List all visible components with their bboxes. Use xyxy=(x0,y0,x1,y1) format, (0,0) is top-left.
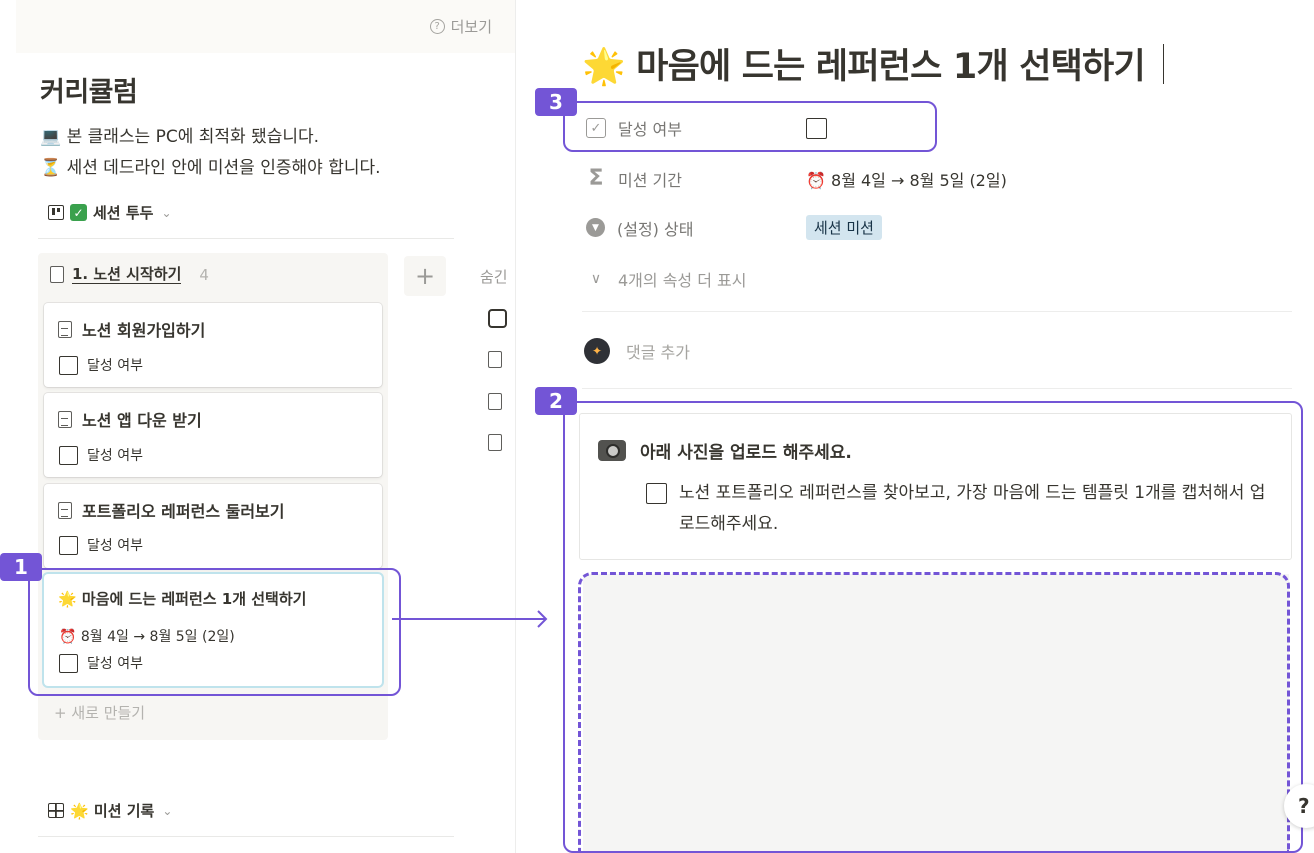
inbox-icon[interactable] xyxy=(488,309,507,328)
page-icon[interactable] xyxy=(488,393,502,410)
card-prop-label: 달성 여부 xyxy=(87,538,143,554)
achieved-checkbox[interactable] xyxy=(59,445,78,465)
board-icon xyxy=(48,205,64,220)
property-name: (설정) 상태 xyxy=(617,219,694,239)
page-icon xyxy=(58,410,72,428)
property-name: 4개의 속성 더 표시 xyxy=(618,271,747,290)
achieved-checkbox[interactable] xyxy=(59,535,78,555)
formula-icon: Σ xyxy=(588,166,604,191)
screenshot-root: ? 더보기 커리큘럼 💻 본 클래스는 PC에 최적화 됐습니다. ⏳ 세션 데… xyxy=(0,0,1314,853)
card-prop-label: 달성 여부 xyxy=(87,448,143,464)
property-value: ⏰ 8월 4일 → 8월 5일 (2일) xyxy=(806,170,1007,190)
view-tab-label: 세션 투두 xyxy=(93,204,154,222)
achieved-checkbox[interactable] xyxy=(59,355,78,375)
curriculum-page: ? 더보기 커리큘럼 💻 본 클래스는 PC에 최적화 됐습니다. ⏳ 세션 데… xyxy=(16,0,516,853)
board-card[interactable]: 노션 회원가입하기 달성 여부 xyxy=(44,303,382,387)
hidden-groups-label[interactable]: 숨긴 xyxy=(480,266,508,287)
column-label: 1. 노션 시작하기 xyxy=(72,265,182,284)
description-line-2: ⏳ 세션 데드라인 안에 미션을 인증해야 합니다. xyxy=(40,158,381,178)
chevron-down-icon: ∨ xyxy=(590,271,602,287)
divider xyxy=(582,311,1292,312)
column-count: 4 xyxy=(199,265,209,284)
more-label: 더보기 xyxy=(450,18,492,36)
page-icon xyxy=(58,320,72,338)
property-mission-period[interactable]: Σ 미션 기간 ⏰ 8월 4일 → 8월 5일 (2일) xyxy=(586,166,1007,191)
check-emoji-icon: ✓ xyxy=(70,204,87,221)
divider xyxy=(38,238,454,239)
page-title[interactable]: 🌟 마음에 드는 레퍼런스 1개 선택하기 xyxy=(582,38,1165,89)
card-title: 노션 앱 다운 받기 xyxy=(82,411,202,430)
view-tab-session-todo[interactable]: ✓ 세션 투두 ⌄ xyxy=(48,202,172,223)
column-header[interactable]: 1. 노션 시작하기 4 xyxy=(50,265,209,284)
card-prop-label: 달성 여부 xyxy=(87,358,143,374)
comment-placeholder: 댓글 추가 xyxy=(626,343,690,362)
page-icon[interactable] xyxy=(488,434,502,451)
status-icon: ▼ xyxy=(586,218,605,237)
annotation-badge-3: 3 xyxy=(535,88,577,116)
add-card-button[interactable]: + xyxy=(404,256,446,296)
annotation-badge-1: 1 xyxy=(0,553,42,581)
chevron-down-icon: ⌄ xyxy=(162,803,173,818)
text-cursor xyxy=(1162,43,1165,84)
property-name: 미션 기간 xyxy=(618,170,682,190)
new-card-button[interactable]: + 새로 만들기 xyxy=(54,702,145,723)
show-more-properties[interactable]: ∨ 4개의 속성 더 표시 xyxy=(586,267,806,291)
chevron-down-icon: ⌄ xyxy=(161,205,172,220)
more-button[interactable]: ? 더보기 xyxy=(429,16,492,37)
view-tab-mission-log[interactable]: 🌟 미션 기록 ⌄ xyxy=(48,800,172,821)
description-line-1: 💻 본 클래스는 PC에 최적화 됐습니다. xyxy=(40,127,320,147)
avatar: ✦ xyxy=(584,338,610,364)
view-tab-label: 🌟 미션 기록 xyxy=(70,802,155,820)
card-title: 포트폴리오 레퍼런스 둘러보기 xyxy=(82,502,285,521)
document-icon xyxy=(50,266,64,283)
status-tag[interactable]: 세션 미션 xyxy=(806,215,882,240)
question-icon: ? xyxy=(429,19,445,34)
add-comment[interactable]: ✦ 댓글 추가 xyxy=(584,338,690,364)
board-card[interactable]: 포트폴리오 레퍼런스 둘러보기 달성 여부 xyxy=(44,484,382,568)
page-title-text: 🌟 마음에 드는 레퍼런스 1개 선택하기 xyxy=(582,47,1146,87)
card-title: 노션 회원가입하기 xyxy=(82,321,206,340)
divider xyxy=(38,836,454,837)
annotation-arrow xyxy=(392,610,548,628)
annotation-box-1 xyxy=(28,568,401,696)
page-topbar: ? 더보기 xyxy=(16,0,516,53)
upload-dashed-outline xyxy=(578,572,1290,853)
gallery-icon xyxy=(48,803,64,818)
annotation-box-3 xyxy=(563,101,937,152)
page-title: 커리큘럼 xyxy=(40,77,138,108)
property-status[interactable]: ▼ (설정) 상태 세션 미션 xyxy=(586,215,882,240)
annotation-badge-2: 2 xyxy=(535,387,577,415)
page-icon[interactable] xyxy=(488,351,502,368)
divider xyxy=(582,388,1292,389)
board-card[interactable]: 노션 앱 다운 받기 달성 여부 xyxy=(44,393,382,477)
page-icon xyxy=(58,501,72,519)
